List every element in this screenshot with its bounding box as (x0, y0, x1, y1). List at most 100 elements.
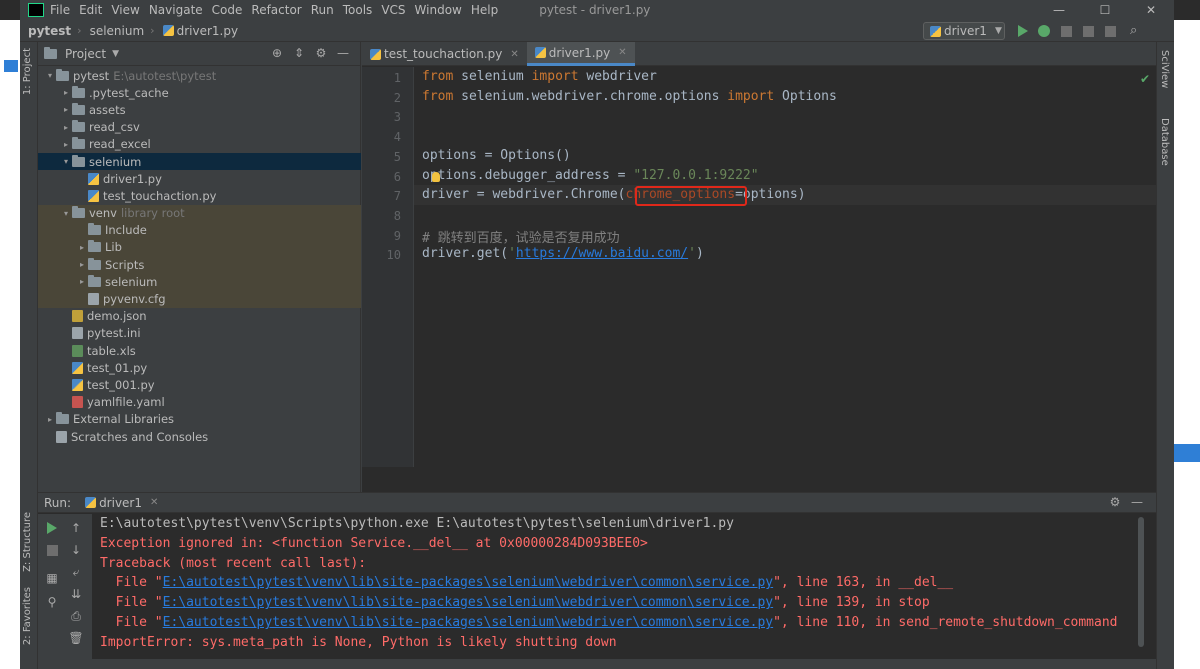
background-accent (1174, 444, 1200, 462)
maximize-button[interactable]: ☐ (1082, 0, 1128, 20)
chevron-right-icon[interactable]: ▸ (60, 88, 72, 97)
tab-project[interactable]: 1: Project (22, 48, 33, 95)
tree-item[interactable]: ▾ pytest E:\autotest\pytest (38, 67, 361, 84)
close-tab-icon[interactable]: ✕ (618, 47, 626, 58)
tree-item[interactable]: ▾ venv library root (38, 204, 361, 222)
print-button[interactable]: ⎙ (68, 608, 84, 624)
tab-database[interactable]: Database (1159, 118, 1170, 166)
debug-button[interactable] (1036, 23, 1052, 39)
menu-refactor[interactable]: Refactor (251, 3, 301, 17)
close-button[interactable]: ✕ (1128, 0, 1174, 20)
chevron-down-icon[interactable]: ▾ (44, 71, 56, 80)
scroll-to-end-button[interactable]: ⇊ (68, 586, 84, 602)
search-button[interactable]: ⌕ (1130, 23, 1146, 39)
console-text: ", line 110, in send_remote_shutdown_com… (773, 615, 1118, 630)
tab-favorites[interactable]: 2: Favorites (22, 587, 33, 645)
menu-edit[interactable]: Edit (79, 3, 102, 17)
tab-sciview[interactable]: SciView (1159, 50, 1170, 88)
tree-item[interactable]: ▸ Lib (38, 238, 361, 257)
tree-item[interactable]: test_001.py (38, 376, 361, 393)
chevron-down-icon[interactable]: ▾ (60, 157, 72, 166)
chevron-right-icon[interactable]: ▸ (76, 243, 88, 252)
tree-item[interactable]: pyvenv.cfg (38, 290, 361, 308)
chevron-right-icon[interactable]: ▸ (60, 140, 72, 149)
tree-item-label: Lib (105, 240, 122, 255)
layout-button[interactable]: ▦ (44, 570, 60, 586)
console-file-link[interactable]: E:\autotest\pytest\venv\lib\site-package… (163, 595, 773, 610)
tree-item[interactable]: test_01.py (38, 359, 361, 376)
bug-icon (1038, 25, 1050, 37)
chevron-right-icon[interactable]: ▸ (76, 260, 88, 269)
tree-item[interactable]: test_touchaction.py (38, 187, 361, 204)
tree-item[interactable]: driver1.py (38, 170, 361, 187)
tree-item[interactable]: ▸ Scripts (38, 256, 361, 274)
tree-item[interactable]: table.xls (38, 342, 361, 359)
tree-item[interactable]: ▸ read_csv (38, 119, 361, 136)
run-button[interactable] (1015, 23, 1031, 39)
run-configuration-select[interactable]: driver1 ▼ (923, 22, 1005, 40)
tree-item[interactable]: ▸ External Libraries (38, 411, 361, 428)
console-scrollbar[interactable] (1138, 517, 1144, 647)
console-file-link[interactable]: E:\autotest\pytest\venv\lib\site-package… (163, 615, 773, 630)
tree-item-label: demo.json (87, 309, 147, 324)
tree-item[interactable]: pytest.ini (38, 325, 361, 342)
clear-all-button[interactable]: 🗑 (68, 630, 84, 646)
menu-run[interactable]: Run (311, 3, 334, 17)
tree-item[interactable]: yamlfile.yaml (38, 394, 361, 411)
collapse-all-icon[interactable]: ⇕ (288, 46, 310, 60)
close-tab-icon[interactable]: ✕ (510, 49, 518, 60)
hide-panel-icon[interactable]: — (332, 46, 354, 60)
chevron-right-icon[interactable]: ▸ (60, 105, 72, 114)
tree-item[interactable]: ▸ read_excel (38, 136, 361, 153)
tab-structure[interactable]: Z: Structure (22, 512, 33, 572)
soft-wrap-button[interactable]: ⤶ (68, 564, 84, 580)
menu-tools[interactable]: Tools (343, 3, 373, 17)
tab-driver1[interactable]: driver1.py ✕ (526, 42, 635, 66)
menu-vcs[interactable]: VCS (381, 3, 405, 17)
scroll-down-button[interactable]: ↓ (68, 542, 84, 558)
chevron-right-icon[interactable]: ▸ (76, 277, 88, 286)
menu-file[interactable]: File (50, 3, 70, 17)
console-text: ImportError: sys.meta_path is None, Pyth… (100, 634, 617, 650)
pin-tab-button[interactable]: ⚲ (44, 594, 60, 610)
tree-item[interactable]: ▸ .pytest_cache (38, 84, 361, 101)
gear-icon[interactable]: ⚙ (310, 46, 332, 60)
tree-item[interactable]: demo.json (38, 308, 361, 325)
minimize-button[interactable]: — (1036, 0, 1082, 20)
close-tab-icon[interactable]: ✕ (150, 497, 158, 508)
tree-item-label: venv (89, 206, 117, 221)
menu-code[interactable]: Code (212, 3, 243, 17)
run-tab-driver1[interactable]: driver1 ✕ (85, 496, 158, 510)
tree-item[interactable]: Include (38, 221, 361, 239)
locate-icon[interactable]: ⊕ (266, 46, 288, 60)
console-file-link[interactable]: E:\autotest\pytest\venv\lib\site-package… (163, 575, 773, 590)
rerun-button[interactable] (44, 520, 60, 536)
chevron-down-icon[interactable]: ▾ (60, 209, 72, 218)
chevron-right-icon[interactable]: ▸ (60, 123, 72, 132)
scroll-up-button[interactable]: ↑ (68, 520, 84, 536)
tab-test-touchaction[interactable]: test_touchaction.py ✕ (362, 42, 527, 66)
menu-help[interactable]: Help (471, 3, 498, 17)
breadcrumb-folder[interactable]: selenium (90, 24, 145, 38)
gear-icon[interactable]: ⚙ (1104, 495, 1126, 509)
folder-icon (72, 154, 85, 167)
menu-window[interactable]: Window (415, 3, 462, 17)
stop-button[interactable] (1102, 23, 1118, 39)
tree-item[interactable]: Scratches and Consoles (38, 428, 361, 445)
menu-navigate[interactable]: Navigate (149, 3, 203, 17)
stop-run-button[interactable] (44, 542, 60, 558)
hide-panel-icon[interactable]: — (1126, 495, 1148, 509)
line-number-gutter: 1 2 3 4 5 6 7 8 9 10 (362, 67, 414, 467)
tree-item[interactable]: ▸ selenium (38, 273, 361, 291)
menu-view[interactable]: View (111, 3, 139, 17)
profile-button[interactable] (1080, 23, 1096, 39)
lightbulb-icon[interactable] (432, 172, 440, 182)
project-view-select[interactable]: Project (65, 47, 106, 61)
chevron-right-icon[interactable]: ▸ (44, 415, 56, 424)
breadcrumb-file[interactable]: driver1.py (162, 24, 238, 38)
tree-item[interactable]: ▸ assets (38, 101, 361, 118)
code-token: driver = webdriver.Chrome( (422, 187, 626, 203)
coverage-button[interactable] (1058, 23, 1074, 39)
tree-item[interactable]: ▾ selenium (38, 152, 361, 171)
breadcrumb-project[interactable]: pytest (28, 24, 71, 38)
